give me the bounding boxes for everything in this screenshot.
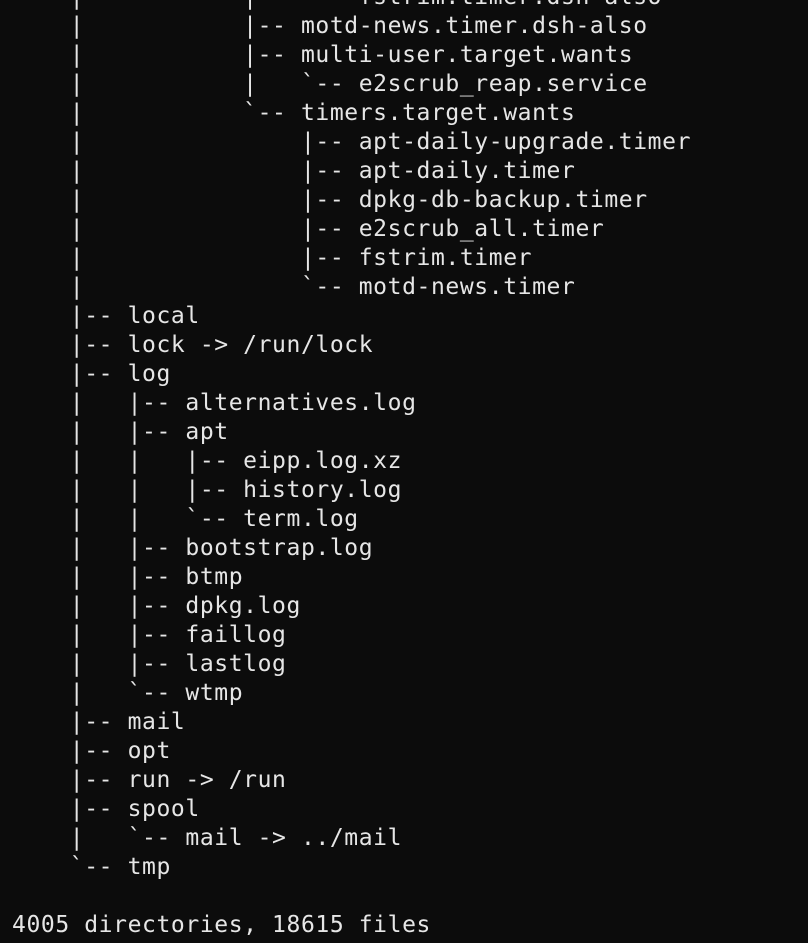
terminal-line: |-- local <box>12 303 200 329</box>
terminal-line: |-- mail <box>12 709 186 735</box>
terminal-line: |-- run -> /run <box>12 767 287 793</box>
terminal-line: | | `-- fstrim.timer.dsh-also <box>12 0 691 12</box>
terminal-line: | |-- alternatives.log <box>12 390 417 416</box>
terminal-line: | |-- dpkg.log <box>12 593 301 619</box>
terminal-line: |-- spool <box>12 796 200 822</box>
terminal-line: | | |-- eipp.log.xz <box>12 448 403 474</box>
terminal-line: 4005 directories, 18615 files <box>12 912 431 938</box>
terminal-line: | |-- e2scrub_all.timer <box>12 216 605 242</box>
terminal-line: |-- opt <box>12 738 171 764</box>
terminal-line: | |-- multi-user.target.wants <box>12 42 634 68</box>
terminal-line: | |-- bootstrap.log <box>12 535 374 561</box>
terminal-line: | |-- apt <box>12 419 229 445</box>
terminal-line: | | |-- history.log <box>12 477 403 503</box>
terminal-line: | |-- faillog <box>12 622 287 648</box>
terminal-output: | | `-- fstrim.timer.dsh-also | |-- motd… <box>12 0 691 943</box>
terminal-line: | |-- btmp <box>12 564 244 590</box>
terminal-line: | `-- wtmp <box>12 680 244 706</box>
terminal-line: | `-- mail -> ../mail <box>12 825 403 851</box>
terminal-line: | `-- timers.target.wants <box>12 100 576 126</box>
terminal-line: | |-- motd-news.timer.dsh-also <box>12 13 648 39</box>
terminal-line: `-- tmp <box>12 854 171 880</box>
terminal-line: |-- lock -> /run/lock <box>12 332 374 358</box>
terminal-line: | |-- lastlog <box>12 651 287 677</box>
terminal-line: | | `-- term.log <box>12 506 359 532</box>
terminal-line: | `-- motd-news.timer <box>12 274 576 300</box>
terminal-line: | |-- fstrim.timer <box>12 245 533 271</box>
terminal-window[interactable]: | | `-- fstrim.timer.dsh-also | |-- motd… <box>0 0 808 943</box>
terminal-line: | |-- apt-daily-upgrade.timer <box>12 129 692 155</box>
terminal-line: | |-- dpkg-db-backup.timer <box>12 187 648 213</box>
terminal-line: |-- log <box>12 361 171 387</box>
terminal-line: | |-- apt-daily.timer <box>12 158 576 184</box>
terminal-line: | | `-- e2scrub_reap.service <box>12 71 648 97</box>
